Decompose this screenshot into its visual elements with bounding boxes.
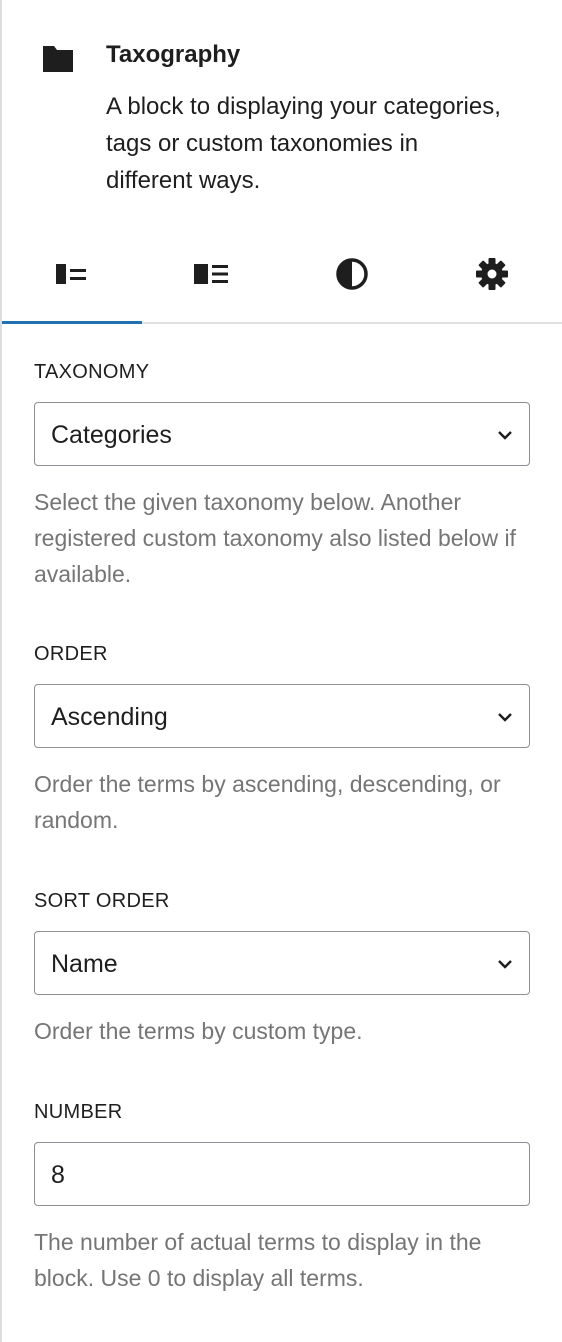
sort-order-label: SORT ORDER bbox=[34, 890, 170, 912]
order-field: ORDER Ascending Order the terms by ascen… bbox=[34, 642, 530, 838]
panel-left-border bbox=[0, 0, 2, 1342]
chevron-down-icon bbox=[495, 954, 515, 974]
block-title: Taxography bbox=[106, 41, 241, 68]
sort-order-select-value: Name bbox=[51, 950, 118, 978]
tab-layout-alt[interactable] bbox=[142, 226, 282, 322]
number-input-value: 8 bbox=[51, 1161, 65, 1189]
gear-icon bbox=[474, 256, 510, 292]
number-input[interactable]: 8 bbox=[34, 1142, 530, 1206]
folder-icon bbox=[40, 40, 76, 76]
block-description: A block to displaying your categories, t… bbox=[106, 93, 501, 194]
tab-styles[interactable] bbox=[282, 226, 422, 322]
layout-list-alt-icon bbox=[192, 260, 232, 288]
settings-tabs bbox=[2, 226, 562, 324]
chevron-down-icon bbox=[495, 707, 515, 727]
layout-list-icon bbox=[54, 260, 90, 288]
taxonomy-field: TAXONOMY Categories Select the given tax… bbox=[34, 360, 530, 592]
order-label: ORDER bbox=[34, 643, 108, 665]
number-label: NUMBER bbox=[34, 1101, 123, 1123]
number-help: The number of actual terms to display in… bbox=[34, 1229, 482, 1291]
taxonomy-select[interactable]: Categories bbox=[34, 402, 530, 466]
sort-order-field: SORT ORDER Name Order the terms by custo… bbox=[34, 889, 530, 1049]
sort-order-help: Order the terms by custom type. bbox=[34, 1018, 363, 1044]
taxonomy-select-value: Categories bbox=[51, 421, 172, 449]
chevron-down-icon bbox=[495, 425, 515, 445]
order-help: Order the terms by ascending, descending… bbox=[34, 771, 501, 833]
contrast-icon bbox=[334, 256, 370, 292]
tab-layout[interactable] bbox=[2, 226, 142, 324]
number-field: NUMBER 8 The number of actual terms to d… bbox=[34, 1100, 530, 1296]
taxonomy-help: Select the given taxonomy below. Another… bbox=[34, 489, 516, 587]
order-select-value: Ascending bbox=[51, 703, 168, 731]
sort-order-select[interactable]: Name bbox=[34, 931, 530, 995]
taxonomy-label: TAXONOMY bbox=[34, 361, 150, 383]
order-select[interactable]: Ascending bbox=[34, 684, 530, 748]
tab-settings[interactable] bbox=[422, 226, 562, 322]
